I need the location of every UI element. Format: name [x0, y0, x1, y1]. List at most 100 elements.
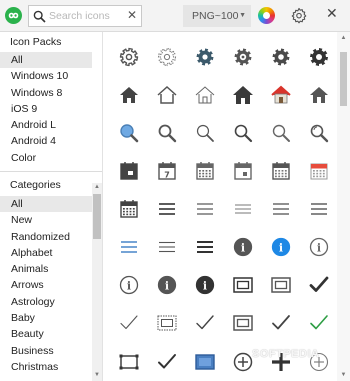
pack-windows-10[interactable]: Windows 10 — [0, 68, 92, 84]
frame-dotted-glyph — [157, 315, 176, 330]
frame-corners-icon[interactable] — [110, 343, 147, 380]
pack-label: Android L — [11, 119, 56, 132]
info-outline-thin-glyph: i — [119, 275, 138, 294]
pack-ios-9[interactable]: iOS 9 — [0, 101, 92, 117]
icon-grid-scrollbar-thumb[interactable] — [340, 52, 347, 106]
gear-outline-icon[interactable] — [148, 38, 185, 75]
menu-lines-icon[interactable] — [148, 190, 185, 227]
checkmark-alt-icon[interactable] — [262, 304, 299, 341]
calendar-color-icon[interactable] — [300, 152, 337, 189]
category-label: Baby — [11, 312, 35, 325]
category-baby[interactable]: Baby — [0, 310, 92, 326]
calendar-outline-glyph — [233, 161, 252, 180]
menu-lines-gray-icon[interactable] — [300, 190, 337, 227]
gear-filled-icon[interactable] — [262, 38, 299, 75]
home-filled-glyph — [119, 86, 138, 103]
scroll-up-arrow-icon[interactable]: ▲ — [337, 35, 350, 41]
close-button[interactable]: ✕ — [326, 5, 338, 22]
search-alt-glyph — [234, 124, 252, 142]
home-filled-alt-icon[interactable] — [300, 76, 337, 113]
category-label: Alphabet — [11, 246, 53, 259]
frame-square-outline-icon[interactable] — [224, 304, 261, 341]
checkmark-green-icon[interactable] — [300, 304, 337, 341]
checkmark-icon[interactable] — [186, 304, 223, 341]
gear-icon[interactable] — [290, 7, 308, 28]
home-filled-icon[interactable] — [110, 76, 147, 113]
category-astrology[interactable]: Astrology — [0, 294, 92, 310]
category-new[interactable]: New — [0, 212, 92, 228]
pack-all[interactable]: All — [0, 52, 92, 69]
search-thin-icon[interactable] — [186, 114, 223, 151]
info-filled-dark-icon[interactable]: i — [224, 228, 261, 265]
info-filled-icon[interactable]: i — [148, 266, 185, 303]
calendar-filled-icon[interactable] — [110, 152, 147, 189]
search-color-icon[interactable] — [110, 114, 147, 151]
scroll-down-arrow-icon[interactable]: ▼ — [337, 372, 350, 378]
info-outline-icon[interactable]: i — [300, 228, 337, 265]
clear-search-button[interactable]: ✕ — [127, 8, 137, 22]
search-outline-icon[interactable] — [300, 114, 337, 151]
pack-color[interactable]: Color — [0, 150, 92, 166]
info-bold-icon[interactable]: i — [186, 266, 223, 303]
menu-lines-thin-icon[interactable] — [186, 190, 223, 227]
home-color-icon[interactable] — [262, 76, 299, 113]
home-filled-solid-icon[interactable] — [224, 76, 261, 113]
menu-lines-alt-icon[interactable] — [262, 190, 299, 227]
category-beauty[interactable]: Beauty — [0, 326, 92, 342]
frame-blue-icon[interactable] — [186, 343, 223, 380]
frame-dotted-icon[interactable] — [148, 304, 185, 341]
menu-lines-light-icon[interactable] — [224, 190, 261, 227]
calendar-outline-icon[interactable] — [224, 152, 261, 189]
category-animals[interactable]: Animals — [0, 261, 92, 277]
color-wheel-icon[interactable] — [258, 7, 275, 24]
home-color-glyph — [270, 85, 291, 103]
checkmark-thin-icon[interactable] — [110, 304, 147, 341]
pack-windows-8[interactable]: Windows 8 — [0, 85, 92, 101]
info-outline-thin-icon[interactable]: i — [110, 266, 147, 303]
menu-lines-blue-icon[interactable] — [110, 228, 147, 265]
info-outline-glyph: i — [309, 237, 328, 256]
menu-lines-outline-icon[interactable] — [148, 228, 185, 265]
category-alphabet[interactable]: Alphabet — [0, 245, 92, 261]
checkmark-dark-icon[interactable] — [148, 343, 185, 380]
menu-lines-bold-glyph — [196, 240, 213, 253]
search-box[interactable]: ✕ — [28, 5, 142, 27]
calendar-7-icon[interactable]: 7 — [148, 152, 185, 189]
calendar-grid-alt-icon[interactable] — [262, 152, 299, 189]
calendar-grid-icon[interactable] — [186, 152, 223, 189]
format-dropdown[interactable]: PNG~100 ▼ — [183, 5, 251, 27]
home-outline-thin-icon[interactable] — [186, 76, 223, 113]
gear-dark-icon[interactable] — [224, 38, 261, 75]
category-christmas[interactable]: Christmas — [0, 359, 92, 375]
menu-lines-bold-icon[interactable] — [186, 228, 223, 265]
info-filled-blue-icon[interactable]: i — [262, 228, 299, 265]
calendar-dots-icon[interactable] — [110, 190, 147, 227]
sidebar-scrollbar-thumb[interactable] — [93, 194, 101, 239]
search-input[interactable] — [49, 9, 125, 23]
frame-square-icon[interactable] — [224, 266, 261, 303]
search-light-icon[interactable] — [262, 114, 299, 151]
icon-grid-scrollbar[interactable]: ▲ ▼ — [337, 32, 350, 381]
search-thin-glyph — [196, 124, 214, 142]
pack-android-l[interactable]: Android L — [0, 117, 92, 133]
home-outline-icon[interactable] — [148, 76, 185, 113]
category-business[interactable]: Business — [0, 343, 92, 359]
category-label: Business — [11, 344, 54, 357]
checkmark-bold-icon[interactable] — [300, 266, 337, 303]
category-all[interactable]: All — [0, 196, 92, 213]
menu-lines-thin-glyph — [196, 202, 213, 215]
pack-android-4[interactable]: Android 4 — [0, 133, 92, 149]
category-randomized[interactable]: Randomized — [0, 229, 92, 245]
search-icon[interactable] — [148, 114, 185, 151]
home-filled-alt-glyph — [309, 86, 328, 103]
scroll-down-arrow-icon[interactable]: ▼ — [93, 372, 101, 378]
scroll-up-arrow-icon[interactable]: ▲ — [93, 184, 101, 190]
gear-filled-dark-icon[interactable] — [186, 38, 223, 75]
category-arrows[interactable]: Arrows — [0, 277, 92, 293]
search-alt-icon[interactable] — [224, 114, 261, 151]
info-filled-dark-glyph: i — [233, 237, 252, 256]
menu-lines-blue-glyph — [120, 240, 137, 253]
gear-icon[interactable] — [110, 38, 147, 75]
gear-filled-bold-icon[interactable] — [300, 38, 337, 75]
frame-square-alt-icon[interactable] — [262, 266, 299, 303]
